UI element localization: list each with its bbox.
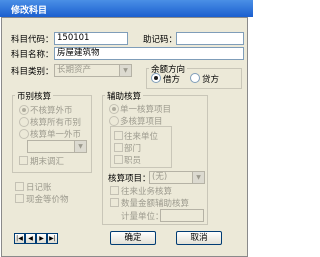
aux-item-dept-label: 部门: [124, 144, 142, 154]
nav-prev-button[interactable]: ◀: [25, 233, 36, 244]
name-input[interactable]: 房屋建筑物: [54, 47, 244, 60]
journal-checkbox[interactable]: [15, 182, 24, 191]
nav-next-button[interactable]: ▶: [36, 233, 47, 244]
unit-label: 计量单位：: [121, 212, 164, 222]
code-input[interactable]: 150101: [54, 32, 128, 45]
currency-option-single-label: 核算单一外币: [30, 130, 82, 140]
aux-item-customer-label: 往来单位: [124, 132, 159, 142]
currency-option-none-radio[interactable]: [19, 105, 29, 115]
chevron-down-icon: ▼: [74, 141, 86, 152]
currency-option-none-label: 不核算外币: [30, 106, 73, 116]
aux-item-customer-checkbox[interactable]: [114, 131, 123, 140]
currency-option-all-label: 核算所有币别: [30, 118, 82, 128]
unit-input[interactable]: [160, 209, 204, 222]
mnemonic-input[interactable]: [176, 32, 244, 45]
project-select[interactable]: (无) ▼: [149, 171, 205, 184]
business-label: 往来业务核算: [121, 187, 173, 197]
ok-button[interactable]: 确定: [110, 231, 156, 245]
journal-label: 日记账: [26, 183, 52, 193]
credit-radio[interactable]: [190, 73, 200, 83]
currency-option-single-radio[interactable]: [19, 129, 29, 139]
currency-select[interactable]: ▼: [27, 140, 87, 153]
currency-group-label: 币别核算: [15, 90, 54, 102]
code-label: 科目代码：: [11, 35, 54, 45]
credit-label: 贷方: [202, 75, 220, 85]
category-value: 长期资产: [57, 65, 92, 75]
cash-equiv-label: 现金等价物: [26, 195, 69, 205]
mnemonic-label: 助记码：: [143, 35, 178, 45]
category-label: 科目类别：: [11, 67, 54, 77]
nav-first-button[interactable]: |◀: [14, 233, 25, 244]
cancel-button[interactable]: 取消: [176, 231, 222, 245]
quantity-label: 数量金额辅助核算: [121, 199, 190, 209]
project-value: (无): [152, 172, 168, 182]
nav-last-button[interactable]: ▶|: [47, 233, 58, 244]
aux-group-label: 辅助核算: [105, 90, 144, 102]
window-title: 修改科目: [11, 6, 48, 16]
category-select[interactable]: 长期资产 ▼: [54, 64, 132, 77]
aux-item-dept-checkbox[interactable]: [114, 143, 123, 152]
debit-label: 借方: [163, 75, 181, 85]
business-checkbox[interactable]: [110, 186, 119, 195]
aux-item-staff-checkbox[interactable]: [114, 155, 123, 164]
currency-option-all-radio[interactable]: [19, 117, 29, 127]
name-label: 科目名称：: [11, 50, 54, 60]
chevron-down-icon: ▼: [192, 172, 204, 183]
period-adjust-label: 期末调汇: [30, 157, 65, 167]
cash-equiv-checkbox[interactable]: [15, 194, 24, 203]
quantity-checkbox[interactable]: [110, 198, 119, 207]
chevron-down-icon: ▼: [119, 65, 131, 76]
debit-radio[interactable]: [151, 73, 161, 83]
aux-multi-radio[interactable]: [109, 116, 119, 126]
aux-item-staff-label: 职员: [124, 156, 142, 166]
project-label: 核算项目：: [108, 174, 151, 184]
aux-single-label: 单一核算项目: [120, 105, 172, 115]
aux-single-radio[interactable]: [109, 104, 119, 114]
period-adjust-checkbox[interactable]: [19, 156, 28, 165]
